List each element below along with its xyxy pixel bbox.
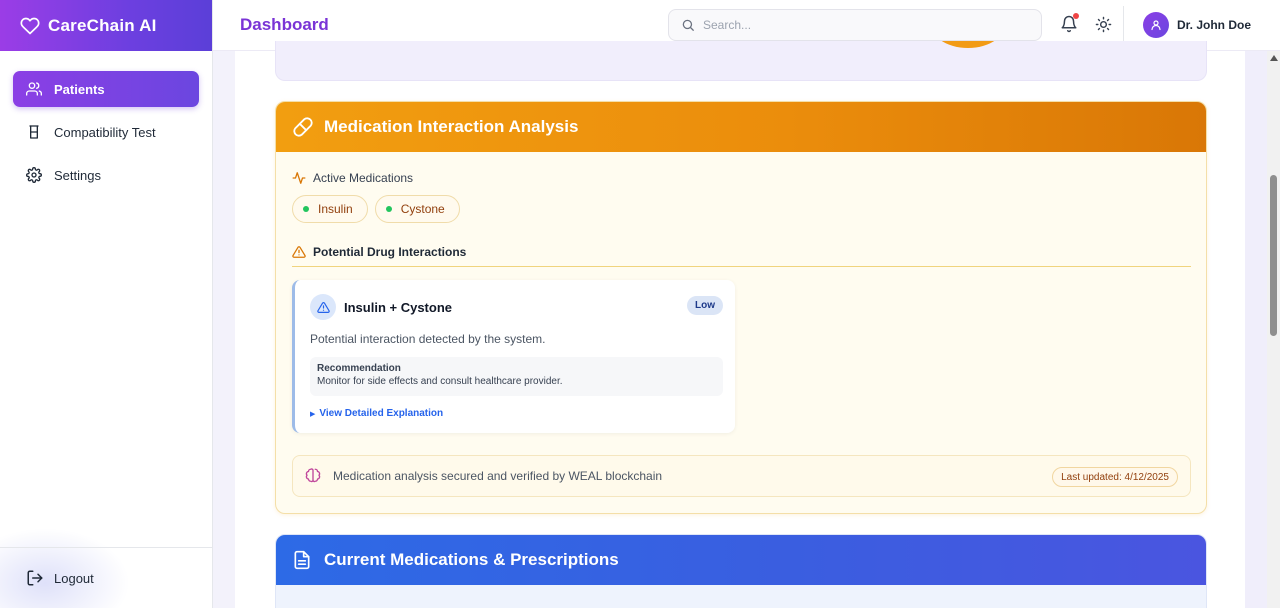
logout-button[interactable]: Logout [0,547,212,608]
medication-chip[interactable]: Insulin [292,195,368,223]
sidebar-item-label: Settings [54,167,101,183]
scroll-up-arrow-icon[interactable] [1270,55,1278,61]
search-input[interactable] [703,18,1023,32]
heart-icon [20,16,40,36]
caret-right-icon: ▶ [310,410,316,418]
activity-icon [292,171,306,185]
card-title: Current Medications & Prescriptions [324,550,619,569]
card-title: Medication Interaction Analysis [324,117,579,136]
previous-card-bottom [275,41,1207,81]
view-details-toggle[interactable]: ▶ View Detailed Explanation [310,408,443,419]
search-icon [681,18,695,32]
beaker-icon [26,124,42,140]
document-icon [292,549,314,571]
brand-header[interactable]: CareChain AI [0,0,212,51]
user-menu[interactable]: Dr. John Doe [1143,12,1251,38]
notifications-button[interactable] [1060,13,1079,33]
user-icon [1151,20,1161,31]
interaction-title: Insulin + Cystone [344,299,452,315]
active-medications-label: Active Medications [292,171,413,185]
main-content: Medication Interaction Analysis Active M… [235,41,1245,608]
last-updated-badge: Last updated: 4/12/2025 [1052,467,1178,487]
gear-icon [26,167,42,183]
verification-footer: Medication analysis secured and verified… [292,455,1191,497]
avatar [1143,12,1169,38]
status-dot [303,206,309,212]
recommendation-text: Monitor for side effects and consult hea… [317,376,563,387]
sidebar-item-label: Patients [54,81,105,97]
card-header: Current Medications & Prescriptions [276,535,1206,585]
page-title: Dashboard [240,15,329,34]
prescriptions-card: Current Medications & Prescriptions [275,534,1207,608]
user-name: Dr. John Doe [1177,18,1252,32]
pill-icon [292,116,314,138]
app-name: CareChain AI [48,15,157,35]
search-box[interactable] [668,9,1042,41]
status-dot [385,206,392,212]
header-divider [1123,6,1124,44]
interaction-header: Insulin + Cystone [310,294,452,320]
sidebar-item-patients[interactable]: Patients [13,71,199,107]
medication-interaction-card: Medication Interaction Analysis Active M… [275,101,1207,514]
chart-fragment [928,41,1008,48]
logout-label: Logout [54,570,94,586]
medication-chip[interactable]: Cystone [374,195,460,223]
potential-interactions-label: Potential Drug Interactions [292,245,466,259]
interaction-description: Potential interaction detected by the sy… [310,332,546,346]
logout-icon [26,569,44,587]
verification-text: Medication analysis secured and verified… [333,469,663,483]
severity-badge: Low [687,296,723,315]
sun-icon [1095,16,1112,33]
recommendation-box: Recommendation Monitor for side effects … [310,357,723,396]
scrollbar-thumb[interactable] [1270,175,1277,336]
page-gutter [1245,51,1267,608]
section-divider [292,266,1191,267]
vertical-scrollbar[interactable] [1267,51,1280,608]
recommendation-title: Recommendation [317,363,401,374]
sidebar-item-compatibility-test[interactable]: Compatibility Test [13,114,199,150]
interaction-card: Insulin + Cystone Low Potential interact… [292,280,735,433]
sidebar-item-settings[interactable]: Settings [13,157,199,193]
theme-toggle-button[interactable] [1095,16,1112,33]
notification-dot [1073,13,1079,19]
users-icon [26,81,42,97]
warning-icon [292,245,306,259]
sidebar-item-label: Compatibility Test [54,124,156,140]
sidebar-nav: Patients Compatibility Test Settings [0,51,212,193]
sidebar: CareChain AI Patients Compatibility Test… [0,0,213,608]
brain-icon [304,467,322,485]
medication-chips: Insulin Cystone [292,195,467,223]
card-header: Medication Interaction Analysis [276,102,1206,152]
warning-icon [310,294,336,320]
